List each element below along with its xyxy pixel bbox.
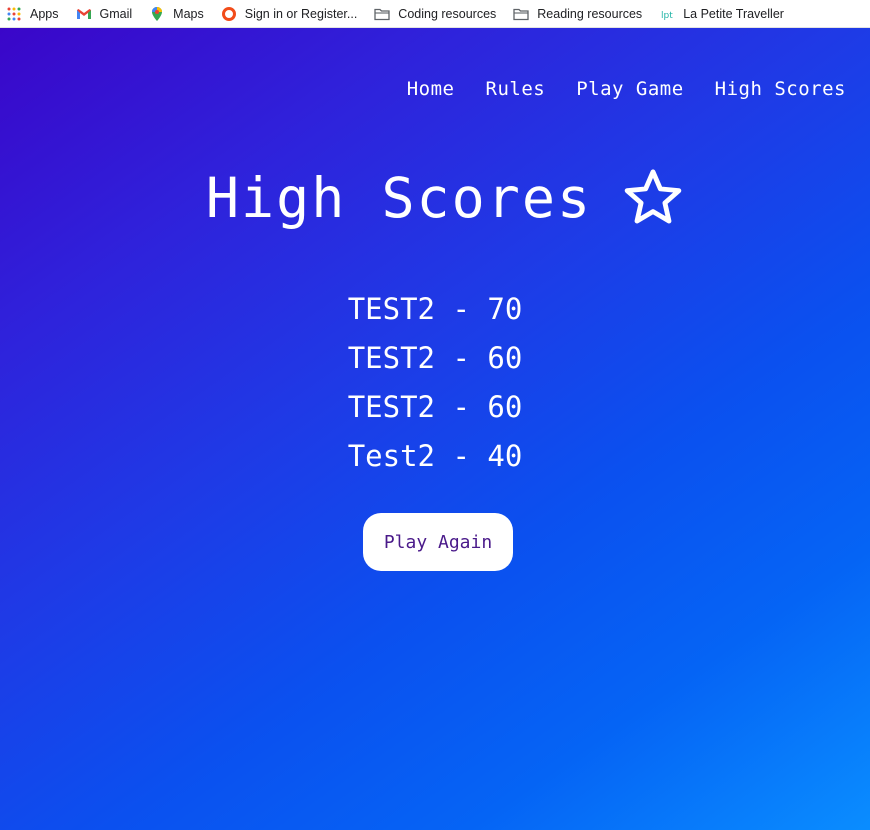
bookmark-sign-in[interactable]: Sign in or Register... bbox=[221, 4, 358, 24]
bookmarks-bar: Apps Gmail Maps Sign in or Register... C… bbox=[0, 0, 870, 28]
bookmark-label: Coding resources bbox=[398, 6, 497, 21]
gmail-icon bbox=[76, 8, 91, 19]
page-background: Home Rules Play Game High Scores High Sc… bbox=[0, 28, 870, 830]
svg-text:lpt: lpt bbox=[661, 11, 673, 21]
folder-icon bbox=[513, 8, 529, 20]
main-nav: Home Rules Play Game High Scores bbox=[407, 78, 846, 100]
nav-high-scores[interactable]: High Scores bbox=[715, 78, 846, 100]
high-score-list: TEST2 - 70 TEST2 - 60 TEST2 - 60 Test2 -… bbox=[0, 290, 870, 486]
apps-grid-icon bbox=[7, 7, 21, 20]
bookmark-label: Apps bbox=[30, 6, 59, 21]
maps-pin-icon bbox=[152, 6, 163, 21]
bookmark-reading-resources[interactable]: Reading resources bbox=[513, 4, 642, 24]
nav-rules[interactable]: Rules bbox=[486, 78, 546, 100]
bookmark-label: La Petite Traveller bbox=[683, 6, 784, 21]
bookmark-label: Maps bbox=[173, 6, 204, 21]
bookmark-gmail[interactable]: Gmail bbox=[76, 4, 133, 24]
nav-play-game[interactable]: Play Game bbox=[576, 78, 683, 100]
bookmark-label: Reading resources bbox=[537, 6, 643, 21]
score-entry: TEST2 - 60 bbox=[347, 341, 523, 375]
bookmark-coding-resources[interactable]: Coding resources bbox=[374, 4, 496, 24]
folder-icon bbox=[374, 8, 390, 20]
score-entry: TEST2 - 60 bbox=[347, 390, 523, 424]
bookmark-maps[interactable]: Maps bbox=[149, 4, 204, 24]
play-again-button[interactable]: Play Again bbox=[363, 513, 513, 571]
star-outline-icon bbox=[624, 169, 682, 224]
bookmark-label: Gmail bbox=[99, 6, 133, 21]
nav-home[interactable]: Home bbox=[407, 78, 455, 100]
bookmark-label: Sign in or Register... bbox=[244, 6, 358, 21]
score-entry: TEST2 - 70 bbox=[347, 292, 523, 326]
title-row: High Scores bbox=[0, 166, 870, 230]
bookmark-apps[interactable]: Apps bbox=[6, 4, 59, 24]
score-entry: Test2 - 40 bbox=[347, 439, 523, 473]
bookmark-la-petite-traveller[interactable]: lpt La Petite Traveller bbox=[659, 4, 784, 24]
lpt-icon: lpt bbox=[661, 11, 673, 21]
ring-icon bbox=[221, 6, 236, 21]
page-title: High Scores bbox=[205, 166, 593, 230]
